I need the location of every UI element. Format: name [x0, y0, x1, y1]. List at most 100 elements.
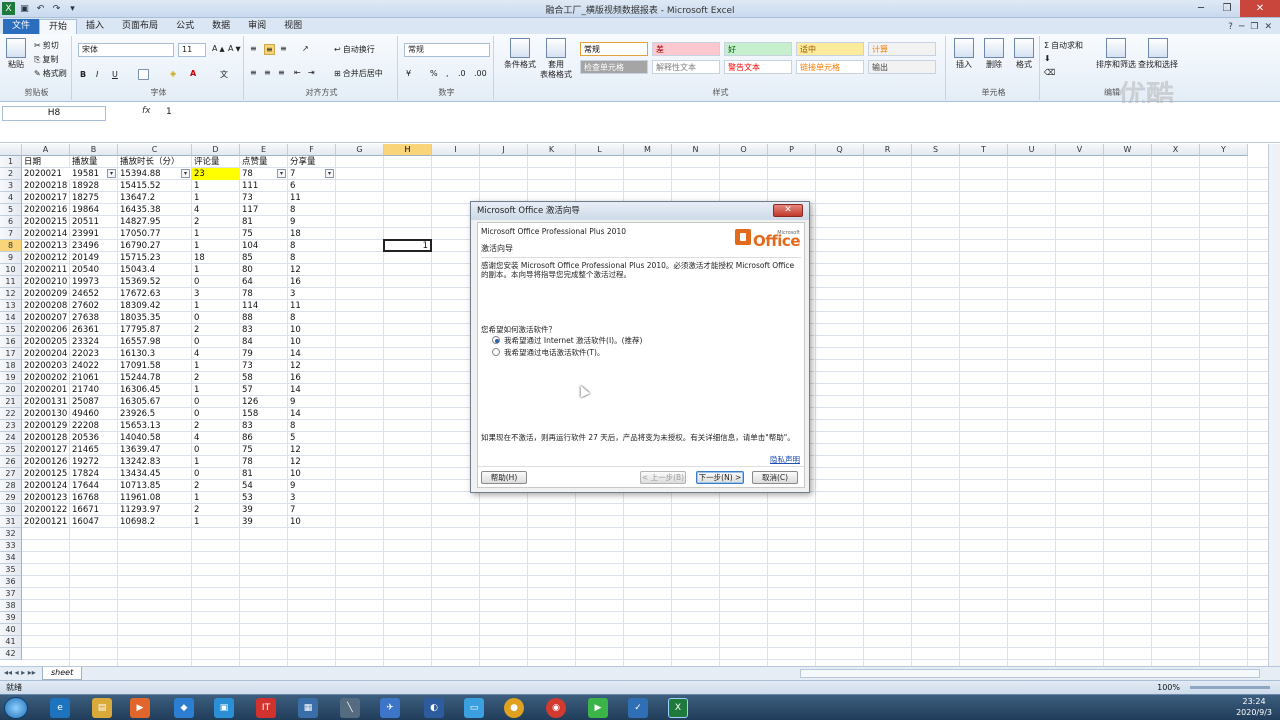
column-header-g[interactable]: G [336, 144, 384, 156]
data-cell[interactable]: 20200212 [22, 252, 70, 264]
data-cell[interactable]: 0 [192, 408, 240, 420]
data-cell[interactable]: 84 [240, 336, 288, 348]
data-cell[interactable]: 20200124 [22, 480, 70, 492]
data-cell[interactable]: 0 [192, 276, 240, 288]
data-cell[interactable]: 20200210 [22, 276, 70, 288]
app-icon-1[interactable]: ◆ [174, 698, 194, 718]
cell-style-7[interactable]: 警告文本 [724, 60, 792, 74]
data-cell[interactable]: 7 [288, 168, 336, 180]
data-cell[interactable]: 7 [288, 504, 336, 516]
conditional-format-button[interactable]: 条件格式 [500, 38, 540, 70]
data-cell[interactable]: 11 [288, 300, 336, 312]
tab-formulas[interactable]: 公式 [167, 19, 203, 34]
row-header[interactable]: 26 [0, 456, 22, 468]
data-cell[interactable]: 8 [288, 240, 336, 252]
data-cell[interactable]: 14040.58 [118, 432, 192, 444]
ribbon-close-icon[interactable]: ✕ [1264, 22, 1272, 32]
data-cell[interactable]: 39 [240, 516, 288, 528]
data-cell[interactable]: 13242.83 [118, 456, 192, 468]
format-as-table-button[interactable]: 套用 表格格式 [536, 38, 576, 80]
data-cell[interactable]: 0 [192, 444, 240, 456]
column-header-u[interactable]: U [1008, 144, 1056, 156]
font-color-button[interactable]: A [190, 69, 196, 78]
data-cell[interactable]: 10713.85 [118, 480, 192, 492]
column-header-x[interactable]: X [1152, 144, 1200, 156]
cell-style-2[interactable]: 好 [724, 42, 792, 56]
row-header[interactable]: 3 [0, 180, 22, 192]
data-cell[interactable]: 78 [240, 288, 288, 300]
cell-style-1[interactable]: 差 [652, 42, 720, 56]
data-cell[interactable]: 11961.08 [118, 492, 192, 504]
data-cell[interactable]: 0 [192, 468, 240, 480]
zoom-level[interactable]: 100% [1157, 681, 1180, 694]
percent-button[interactable]: % [430, 69, 438, 78]
column-header-o[interactable]: O [720, 144, 768, 156]
row-header[interactable]: 23 [0, 420, 22, 432]
data-cell[interactable]: 9 [288, 480, 336, 492]
media-player-icon[interactable]: ▶ [130, 698, 150, 718]
column-header-r[interactable]: R [864, 144, 912, 156]
data-cell[interactable]: 11 [288, 192, 336, 204]
data-cell[interactable]: 20200216 [22, 204, 70, 216]
cell-style-8[interactable]: 链接单元格 [796, 60, 864, 74]
align-top-button[interactable]: ≡ [250, 44, 257, 53]
data-cell[interactable]: 20200131 [22, 396, 70, 408]
data-cell[interactable]: 1 [192, 516, 240, 528]
data-cell[interactable]: 9 [288, 396, 336, 408]
row-header[interactable]: 24 [0, 432, 22, 444]
data-cell[interactable]: 73 [240, 360, 288, 372]
row-header[interactable]: 41 [0, 636, 22, 648]
data-cell[interactable]: 20200214 [22, 228, 70, 240]
delete-cells-button[interactable]: 删除 [980, 38, 1008, 70]
data-cell[interactable]: 26361 [70, 324, 118, 336]
data-cell[interactable]: 75 [240, 444, 288, 456]
column-header-l[interactable]: L [576, 144, 624, 156]
data-cell[interactable]: 1 [192, 180, 240, 192]
column-header-j[interactable]: J [480, 144, 528, 156]
data-cell[interactable]: 20200207 [22, 312, 70, 324]
bold-button[interactable]: B [80, 70, 86, 79]
column-header-n[interactable]: N [672, 144, 720, 156]
format-painter-button[interactable]: ✎ 格式刷 [34, 68, 67, 79]
data-cell[interactable]: 1 [192, 360, 240, 372]
row-header[interactable]: 35 [0, 564, 22, 576]
data-cell[interactable]: 1 [192, 240, 240, 252]
data-cell[interactable]: 16306.45 [118, 384, 192, 396]
row-header[interactable]: 30 [0, 504, 22, 516]
data-cell[interactable]: 114 [240, 300, 288, 312]
ribbon-restore-icon[interactable]: ❐ [1250, 22, 1258, 32]
data-cell[interactable]: 0 [192, 396, 240, 408]
app-icon-2[interactable]: ▣ [214, 698, 234, 718]
data-cell[interactable]: 14 [288, 408, 336, 420]
paste-button[interactable]: 粘贴 [6, 38, 26, 70]
cell-style-6[interactable]: 解释性文本 [652, 60, 720, 74]
cell-style-0[interactable]: 常规 [580, 42, 648, 56]
ribbon-minimize-icon[interactable]: ─ [1239, 22, 1244, 32]
tab-view[interactable]: 视图 [275, 19, 311, 34]
data-cell[interactable]: 20200206 [22, 324, 70, 336]
data-cell[interactable]: 20200215 [22, 216, 70, 228]
data-cell[interactable]: 15394.88 [118, 168, 192, 180]
data-cell[interactable]: 78 [240, 168, 288, 180]
insert-cells-button[interactable]: 插入 [950, 38, 978, 70]
data-cell[interactable]: 2 [192, 420, 240, 432]
data-cell[interactable]: 20540 [70, 264, 118, 276]
close-button[interactable]: ✕ [1240, 0, 1280, 17]
data-cell[interactable]: 20149 [70, 252, 118, 264]
row-header[interactable]: 34 [0, 552, 22, 564]
row-header[interactable]: 16 [0, 336, 22, 348]
help-button[interactable]: 帮助(H) [481, 471, 527, 484]
row-header[interactable]: 28 [0, 480, 22, 492]
app-icon-7[interactable]: ◐ [424, 698, 444, 718]
active-cell-h8[interactable]: 1 [383, 239, 432, 252]
column-header-f[interactable]: F [288, 144, 336, 156]
data-cell[interactable]: 2 [192, 324, 240, 336]
column-header-p[interactable]: P [768, 144, 816, 156]
data-cell[interactable]: 20200201 [22, 384, 70, 396]
data-cell[interactable]: 1 [192, 300, 240, 312]
data-cell[interactable]: 8 [288, 204, 336, 216]
data-cell[interactable]: 20200209 [22, 288, 70, 300]
sheet-nav-icon[interactable]: ◂◂ ◂ ▸ ▸▸ [4, 668, 36, 677]
row-header[interactable]: 39 [0, 612, 22, 624]
data-cell[interactable]: 18 [192, 252, 240, 264]
